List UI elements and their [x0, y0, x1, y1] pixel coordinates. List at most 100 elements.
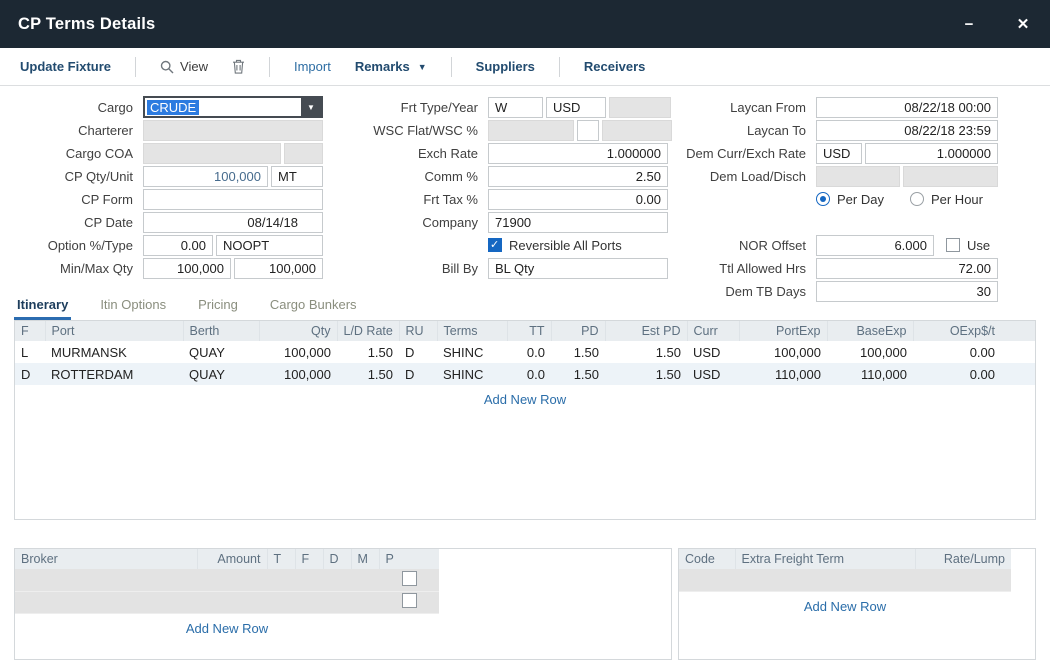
cell[interactable] [15, 591, 197, 613]
cell[interactable]: 110,000 [827, 363, 913, 385]
cell[interactable]: 100,000 [259, 341, 337, 363]
cell[interactable]: 1.50 [605, 341, 687, 363]
update-fixture-button[interactable]: Update Fixture [20, 59, 111, 74]
cell[interactable] [267, 591, 295, 613]
tab-cargo-bunkers[interactable]: Cargo Bunkers [267, 293, 360, 320]
minimize-button[interactable]: − [942, 0, 996, 48]
cell[interactable]: 110,000 [739, 363, 827, 385]
dem-currency-field[interactable] [816, 143, 862, 164]
cell[interactable]: SHINC [437, 341, 507, 363]
cell[interactable]: USD [687, 341, 739, 363]
cp-unit-field[interactable] [271, 166, 323, 187]
nor-offset-field[interactable] [816, 235, 934, 256]
exch-rate-field[interactable] [488, 143, 668, 164]
cell[interactable]: 0.00 [913, 341, 1035, 363]
per-day-radio[interactable] [816, 192, 830, 206]
cell[interactable] [295, 569, 323, 591]
cell[interactable]: ROTTERDAM [45, 363, 183, 385]
broker-row[interactable] [15, 569, 439, 591]
use-checkbox[interactable] [946, 238, 960, 252]
cell[interactable]: 0.0 [507, 363, 551, 385]
cell[interactable]: 0.00 [913, 363, 1035, 385]
cell[interactable]: 1.50 [551, 363, 605, 385]
dem-tb-days-field[interactable] [816, 281, 998, 302]
broker-row[interactable] [15, 591, 439, 613]
cell[interactable]: QUAY [183, 341, 259, 363]
cell[interactable]: SHINC [437, 363, 507, 385]
tab-itinerary[interactable]: Itinerary [14, 293, 71, 320]
delete-button[interactable] [232, 59, 245, 74]
frt-tax-field[interactable] [488, 189, 668, 210]
charterer-label: Charterer [10, 123, 140, 138]
cell[interactable]: 1.50 [605, 363, 687, 385]
cell[interactable]: 1.50 [337, 363, 399, 385]
cp-form-field[interactable] [143, 189, 323, 210]
cell[interactable]: 100,000 [739, 341, 827, 363]
frt-type-field[interactable] [488, 97, 543, 118]
min-qty-field[interactable] [143, 258, 231, 279]
cp-qty-label: CP Qty/Unit [10, 169, 140, 184]
bill-by-field[interactable] [488, 258, 668, 279]
itinerary-row[interactable]: L MURMANSK QUAY 100,000 1.50 D SHINC 0.0… [15, 341, 1035, 363]
per-hour-label[interactable]: Per Hour [931, 192, 983, 207]
cell[interactable]: L [15, 341, 45, 363]
suppliers-button[interactable]: Suppliers [476, 59, 535, 74]
company-field[interactable] [488, 212, 668, 233]
per-day-label[interactable]: Per Day [837, 192, 884, 207]
laycan-to-field[interactable] [816, 120, 998, 141]
cell[interactable] [323, 591, 351, 613]
cell[interactable]: USD [687, 363, 739, 385]
close-button[interactable]: ✕ [996, 0, 1050, 48]
reversible-all-ports-checkbox[interactable] [488, 238, 502, 252]
cell[interactable]: 0.0 [507, 341, 551, 363]
laycan-from-field[interactable] [816, 97, 998, 118]
cell[interactable] [679, 569, 735, 591]
cell[interactable] [323, 569, 351, 591]
frt-currency-field[interactable] [546, 97, 606, 118]
per-hour-radio[interactable] [910, 192, 924, 206]
cell[interactable]: MURMANSK [45, 341, 183, 363]
cell[interactable]: 100,000 [259, 363, 337, 385]
max-qty-field[interactable] [234, 258, 323, 279]
cell[interactable]: D [15, 363, 45, 385]
remarks-button[interactable]: Remarks ▼ [355, 59, 427, 74]
broker-checkbox[interactable] [402, 571, 417, 586]
extra-freight-row[interactable] [679, 569, 1011, 591]
cell[interactable] [15, 569, 197, 591]
cell[interactable]: D [399, 341, 437, 363]
cell[interactable] [197, 569, 267, 591]
cell[interactable] [351, 591, 379, 613]
tab-pricing[interactable]: Pricing [195, 293, 241, 320]
tab-bar: Itinerary Itin Options Pricing Cargo Bun… [14, 293, 360, 320]
option-pct-field[interactable] [143, 235, 213, 256]
receivers-button[interactable]: Receivers [584, 59, 645, 74]
cell[interactable]: 1.50 [551, 341, 605, 363]
cell[interactable] [351, 569, 379, 591]
cell[interactable] [295, 591, 323, 613]
cell[interactable]: QUAY [183, 363, 259, 385]
cp-date-field[interactable] [143, 212, 323, 233]
cargo-select[interactable]: CRUDE ▼ [143, 96, 323, 118]
cell[interactable] [735, 569, 915, 591]
tab-itin-options[interactable]: Itin Options [97, 293, 169, 320]
chevron-down-icon[interactable]: ▼ [301, 98, 321, 116]
option-type-field[interactable] [216, 235, 323, 256]
add-new-row-link[interactable]: Add New Row [679, 599, 1011, 614]
cell[interactable] [267, 569, 295, 591]
cell[interactable]: D [399, 363, 437, 385]
cp-qty-field[interactable] [143, 166, 268, 187]
dem-exch-rate-field[interactable] [865, 143, 998, 164]
cell[interactable] [197, 591, 267, 613]
broker-checkbox[interactable] [402, 593, 417, 608]
add-new-row-link[interactable]: Add New Row [15, 392, 1035, 407]
add-new-row-link[interactable]: Add New Row [15, 621, 439, 636]
ttl-allowed-hrs-field[interactable] [816, 258, 998, 279]
import-button[interactable]: Import [294, 59, 331, 74]
cell[interactable]: 100,000 [827, 341, 913, 363]
comm-pct-field[interactable] [488, 166, 668, 187]
cell[interactable]: 1.50 [337, 341, 399, 363]
view-button[interactable]: View [160, 59, 208, 74]
itinerary-row[interactable]: D ROTTERDAM QUAY 100,000 1.50 D SHINC 0.… [15, 363, 1035, 385]
cell[interactable] [915, 569, 1011, 591]
wsc-mid-field[interactable] [577, 120, 599, 141]
